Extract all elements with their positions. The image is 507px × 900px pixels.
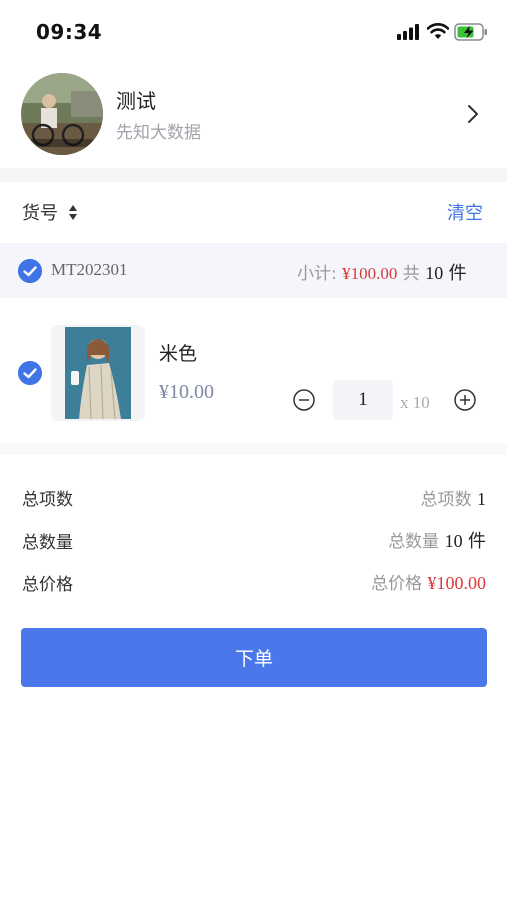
subtotal-count-prefix: 共 (402, 264, 420, 284)
product-image[interactable] (51, 325, 145, 421)
cellular-signal-icon (397, 24, 419, 40)
chevron-right-icon[interactable] (466, 103, 480, 125)
total-price-label: 总价格 (22, 575, 73, 595)
sort-icon[interactable] (68, 204, 78, 221)
avatar[interactable] (21, 73, 103, 155)
wifi-icon (427, 23, 449, 39)
total-quantity-unit: 件 (468, 531, 486, 552)
total-items-right-label: 总项数 (420, 490, 472, 510)
subtotal-label: 小计: (297, 264, 337, 284)
clear-button[interactable]: 清空 (447, 199, 483, 225)
total-quantity-number: 10 (444, 531, 463, 551)
total-price-value: 总价格 ¥100.00 (371, 569, 486, 594)
pack-multiplier: x 10 (400, 393, 430, 412)
item-checkbox[interactable] (18, 361, 42, 385)
product-name: 米色 (159, 343, 198, 365)
sort-by-item-number[interactable]: 货号 (22, 199, 58, 225)
total-quantity-value: 总数量 10 件 (388, 527, 486, 553)
profile-subtitle: 先知大数据 (116, 123, 201, 143)
product-price: ¥10.00 (159, 381, 214, 403)
subtotal-count: 10 (425, 263, 444, 283)
decrease-quantity-button[interactable] (293, 389, 315, 411)
subtotal-count-unit: 件 (448, 263, 467, 284)
total-items-number: 1 (477, 489, 486, 509)
total-items-value: 总项数 1 (421, 485, 486, 510)
battery-charging-icon (454, 23, 487, 41)
group-checkbox[interactable] (18, 259, 42, 283)
total-items-label: 总项数 (22, 490, 73, 510)
place-order-button[interactable]: 下单 (21, 628, 487, 687)
total-quantity-right-label: 总数量 (388, 532, 440, 552)
group-subtotal: 小计: ¥100.00 共 10 件 (297, 259, 467, 285)
total-price-right-label: 总价格 (371, 574, 423, 594)
subtotal-price: ¥100.00 (342, 264, 398, 283)
status-time: 09:34 (36, 20, 103, 44)
profile-name: 测试 (116, 89, 156, 113)
section-divider (0, 168, 507, 182)
total-price-amount: ¥100.00 (427, 573, 487, 593)
section-divider (0, 443, 507, 455)
item-number: MT202301 (51, 260, 128, 279)
increase-quantity-button[interactable] (454, 389, 476, 411)
quantity-input[interactable] (333, 380, 393, 420)
total-quantity-label: 总数量 (22, 533, 73, 553)
